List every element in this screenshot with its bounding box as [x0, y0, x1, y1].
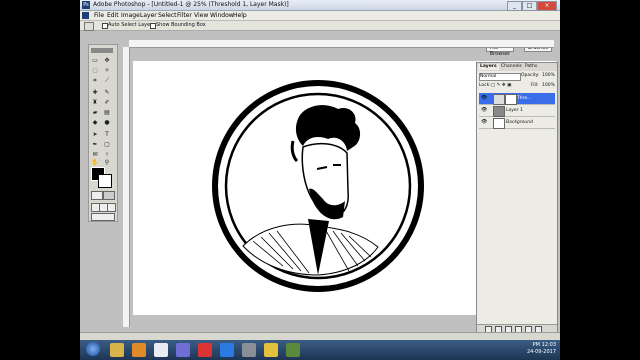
tab-paths[interactable]: Paths [523, 64, 539, 70]
magic-wand-icon[interactable]: ✧ [103, 67, 111, 75]
layer-row-background[interactable]: 👁 Background [479, 117, 555, 129]
visibility-eye-icon[interactable]: 👁 [481, 120, 487, 125]
lock-icons[interactable]: □ ✎ ✥ ▣ [491, 83, 511, 89]
adjustment-thumbnail [493, 94, 505, 105]
close-button[interactable]: × [537, 1, 557, 11]
eraser-tool-icon[interactable]: ▰ [91, 109, 99, 117]
type-tool-icon[interactable]: T [103, 131, 111, 139]
clone-stamp-icon[interactable]: ♜ [91, 99, 99, 107]
menu-image[interactable]: Image [121, 11, 140, 20]
lasso-tool-icon[interactable]: ◌ [91, 67, 99, 75]
layers-palette: Layers Channels Paths Normal Opacity: 10… [476, 62, 558, 334]
crop-tool-icon[interactable]: ⌗ [91, 77, 99, 85]
menu-view[interactable]: View [194, 11, 208, 20]
menu-bar: File Edit Image Layer Select Filter View… [80, 11, 560, 21]
window-title: Adobe Photoshop - [Untitled-1 @ 25% (Thr… [93, 1, 289, 8]
menu-select[interactable]: Select [158, 11, 177, 20]
notes-tool-icon[interactable]: ✉ [91, 151, 99, 159]
menu-help[interactable]: Help [233, 11, 247, 20]
hand-tool-icon[interactable]: ✋ [91, 159, 99, 167]
menu-filter[interactable]: Filter [177, 11, 192, 20]
toolbox-header [91, 48, 113, 53]
history-brush-icon[interactable]: ✐ [103, 99, 111, 107]
blend-mode-select[interactable]: Normal [479, 73, 521, 81]
photoshop-app-icon: Ps [82, 1, 90, 9]
menu-edit[interactable]: Edit [107, 11, 119, 20]
maximize-button[interactable]: □ [522, 1, 537, 11]
tab-layers[interactable]: Layers [478, 64, 499, 70]
media-player-icon[interactable] [132, 343, 146, 357]
pen-tool-icon[interactable]: ✒ [91, 141, 99, 149]
title-bar: Ps Adobe Photoshop - [Untitled-1 @ 25% (… [80, 0, 560, 11]
show-bbox-label: Show Bounding Box [156, 22, 206, 28]
menu-file[interactable]: File [94, 11, 104, 20]
layers-palette-tabs: Layers Channels Paths [477, 63, 557, 71]
screen-mode-3-icon[interactable] [107, 203, 116, 212]
marquee-tool-icon[interactable]: ▭ [91, 57, 99, 65]
photoshop-menu-icon [82, 12, 89, 19]
background-color-swatch[interactable] [98, 174, 112, 188]
layer-name: Layer 1 [506, 108, 523, 113]
imageready-icon[interactable] [91, 213, 115, 221]
opacity-label: Opacity: [521, 73, 540, 78]
fill-value[interactable]: 100% [542, 83, 555, 89]
file-explorer-icon[interactable] [110, 343, 124, 357]
slice-tool-icon[interactable]: ⟋ [103, 77, 111, 85]
minimize-button[interactable]: _ [507, 1, 522, 11]
visibility-eye-icon[interactable]: 👁 [481, 108, 487, 113]
eyedropper-icon[interactable]: ⟊ [103, 151, 111, 159]
layer-thumbnail [493, 118, 505, 129]
tray-date: 24-09-2017 [526, 349, 556, 355]
layer-mask-thumbnail[interactable] [505, 94, 517, 105]
brush-tool-icon[interactable]: ✎ [103, 89, 111, 97]
menu-layer[interactable]: Layer [140, 11, 157, 20]
start-button-icon[interactable] [86, 342, 100, 356]
photoshop-taskbar-icon[interactable] [176, 343, 190, 357]
toolbox: ▭ ✥ ◌ ✧ ⌗ ⟋ ✚ ✎ ♜ ✐ ▰ ▤ ◆ ● ➤ T ✒ ▢ ✉ ⟊ … [88, 44, 118, 222]
vertical-ruler [123, 47, 130, 327]
horizontal-ruler [129, 40, 554, 48]
gradient-tool-icon[interactable]: ▤ [103, 109, 111, 117]
opacity-value[interactable]: 100% [542, 73, 555, 79]
standard-mode-icon[interactable] [91, 191, 103, 200]
fill-label: Fill: [531, 83, 539, 88]
path-select-icon[interactable]: ➤ [91, 131, 99, 139]
layer-row-threshold[interactable]: 👁 Thre... [479, 93, 555, 105]
tab-channels[interactable]: Channels [499, 64, 524, 70]
layer-name: Thre... [517, 96, 532, 101]
layer-thumbnail [493, 106, 505, 117]
app4-icon[interactable] [286, 343, 300, 357]
chrome-icon[interactable] [220, 343, 234, 357]
system-tray-clock[interactable]: PM 12:03 24-09-2017 [527, 342, 556, 356]
auto-select-label: Auto Select Layer [108, 22, 153, 28]
app-icon[interactable] [154, 343, 168, 357]
blur-tool-icon[interactable]: ◆ [91, 119, 99, 127]
shape-tool-icon[interactable]: ▢ [103, 141, 111, 149]
opera-icon[interactable] [198, 343, 212, 357]
app3-icon[interactable] [264, 343, 278, 357]
layer-row-layer1[interactable]: 👁 Layer 1 [479, 105, 555, 117]
move-tool-icon[interactable] [84, 22, 94, 31]
move-tool-icon-2[interactable]: ✥ [103, 57, 111, 65]
visibility-eye-icon[interactable]: 👁 [481, 96, 487, 101]
lock-label: Lock: [479, 83, 491, 88]
quick-mask-icon[interactable] [103, 191, 115, 200]
menu-window[interactable]: Window [210, 11, 234, 20]
app2-icon[interactable] [242, 343, 256, 357]
windows-taskbar: PM 12:03 24-09-2017 [80, 340, 560, 360]
dodge-tool-icon[interactable]: ● [103, 119, 111, 127]
tray-time: PM 12:03 [532, 342, 556, 348]
photoshop-screen: Ps Adobe Photoshop - [Untitled-1 @ 25% (… [80, 0, 560, 360]
zoom-tool-icon[interactable]: ⚲ [103, 159, 111, 167]
layer-name: Background [506, 120, 533, 125]
options-bar: Auto Select Layer Show Bounding Box File… [80, 21, 560, 57]
healing-brush-icon[interactable]: ✚ [91, 89, 99, 97]
